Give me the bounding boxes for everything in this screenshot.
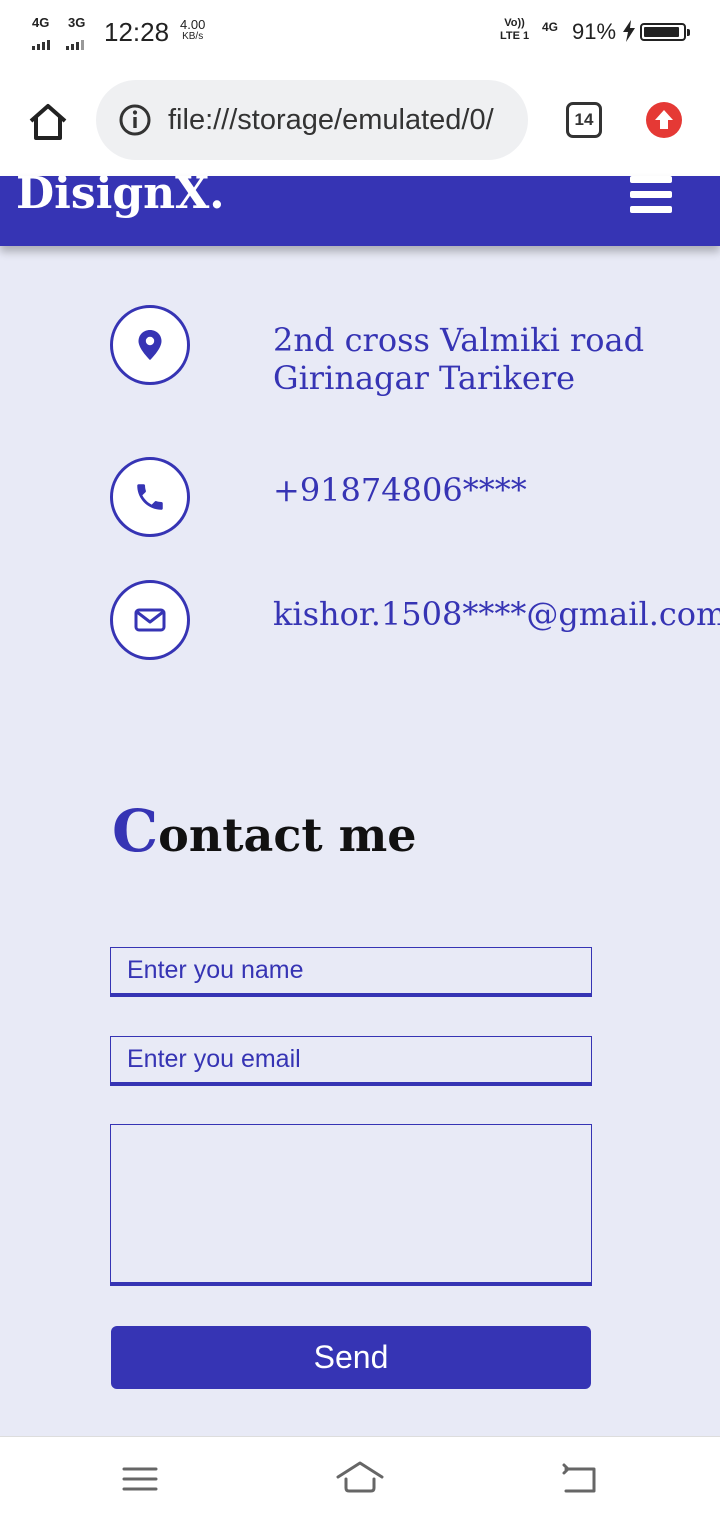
battery-fill [644, 27, 679, 37]
home-icon[interactable] [26, 100, 70, 144]
phone-circle [110, 457, 190, 537]
site-logo[interactable]: DisignX. [16, 176, 225, 216]
tabs-button[interactable]: 14 [566, 102, 602, 138]
browser-toolbar: file:///storage/emulated/0/ 14 [0, 66, 720, 176]
email-input[interactable] [110, 1036, 592, 1086]
network-type-1: 4G [32, 15, 50, 30]
address-line-2: Girinagar Tarikere [273, 359, 576, 397]
battery-percent: 91% [572, 19, 617, 44]
status-bar: 4G 3G 12:28 4.00 KB/s Vo)) LTE 1 4G 91% [0, 0, 720, 66]
email-circle [110, 580, 190, 660]
navigation-bar [0, 1436, 720, 1520]
volte-indicator: Vo)) LTE 1 [500, 17, 529, 43]
lte-label: LTE 1 [500, 30, 530, 42]
network-type-2: 3G [68, 15, 86, 30]
email-address: kishor.1508****@gmail.com [273, 595, 720, 633]
charging-icon [623, 20, 635, 42]
location-pin-icon [138, 330, 162, 360]
battery-icon [640, 23, 690, 41]
menu-icon[interactable] [118, 1459, 162, 1499]
network-speed-value: 4.00 [180, 17, 206, 32]
volte-label: Vo)) [504, 17, 525, 29]
network-type-3: 4G [542, 20, 559, 34]
back-icon[interactable] [558, 1459, 602, 1499]
contact-heading: Contact me [112, 796, 417, 870]
update-icon [655, 110, 673, 129]
send-button[interactable]: Send [111, 1326, 591, 1389]
signal-icon-1 [32, 32, 52, 50]
home-icon[interactable] [336, 1459, 384, 1499]
update-button[interactable] [646, 102, 682, 138]
url-text[interactable]: file:///storage/emulated/0/ [168, 100, 513, 140]
address-bar[interactable]: file:///storage/emulated/0/ [96, 80, 528, 160]
contact-heading-initial: C [112, 797, 159, 865]
phone-number: +91874806**** [273, 471, 527, 509]
contact-heading-rest: ontact me [158, 808, 417, 862]
location-circle [110, 305, 190, 385]
envelope-icon [134, 608, 166, 632]
hamburger-menu-icon[interactable] [630, 176, 674, 214]
phone-icon [137, 484, 163, 510]
network-speed: 4.00 KB/s [180, 17, 206, 43]
signal-icon-2 [66, 32, 86, 50]
network-speed-unit: KB/s [182, 31, 204, 42]
address-line-1: 2nd cross Valmiki road [273, 321, 645, 359]
name-input[interactable] [110, 947, 592, 997]
info-icon[interactable] [118, 103, 152, 137]
message-textarea[interactable] [110, 1124, 592, 1286]
clock: 12:28 [104, 17, 170, 47]
site-header: DisignX. [0, 176, 720, 246]
